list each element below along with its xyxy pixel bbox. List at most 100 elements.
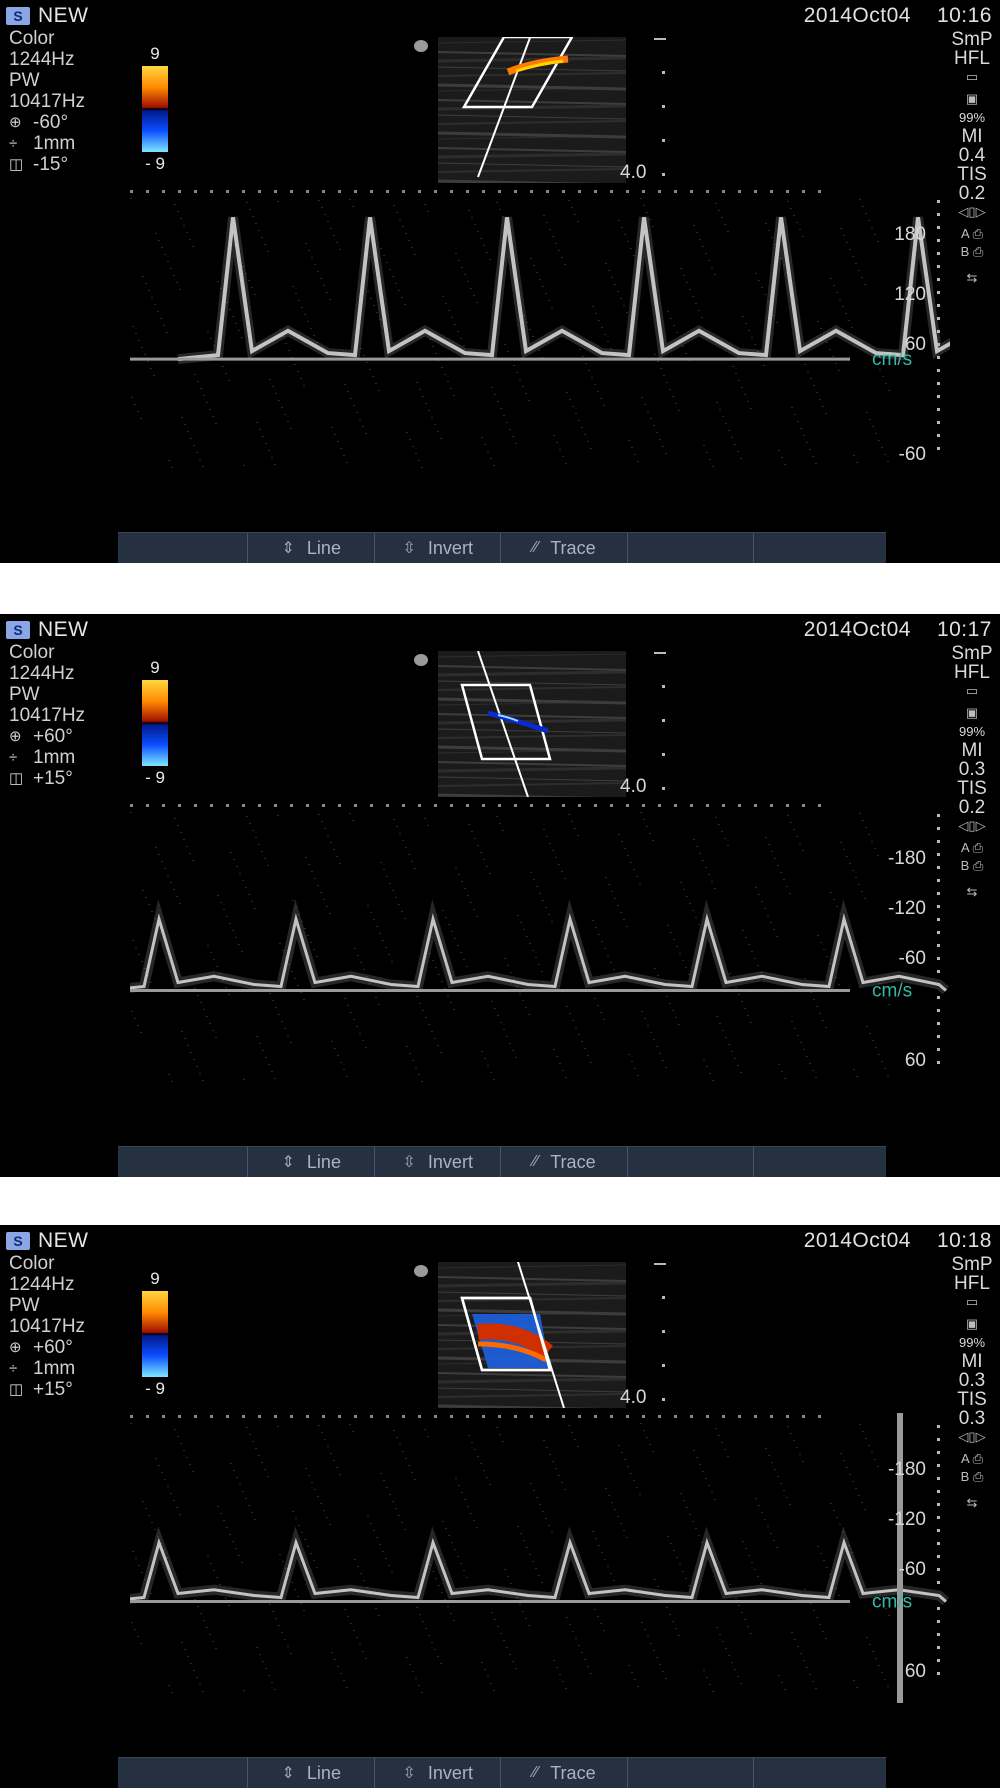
scale-bottom-label: - 9 (145, 768, 165, 787)
velocity-axis-label: 180 (894, 224, 926, 245)
softkey-empty-1[interactable] (118, 1758, 249, 1788)
steer-icon: ◫ (9, 1381, 24, 1398)
doppler-spectrum: 18012060-60cm/s (130, 190, 950, 468)
invert-button[interactable]: ⇳ Invert (375, 1147, 502, 1177)
audio-volume-icon[interactable]: ◁▯▷ (944, 817, 1000, 835)
print-a-icon[interactable]: A ⎙ (944, 225, 1000, 243)
storage-icon: ▣ (965, 91, 979, 106)
print-b-icon[interactable]: B ⎙ (944, 1468, 1000, 1486)
scale-top-label: 9 (150, 658, 160, 677)
audio-volume-icon[interactable]: ◁▯▷ (944, 203, 1000, 221)
line-icon: ⇕ (281, 1154, 295, 1171)
print-a-icon[interactable]: A ⎙ (944, 839, 1000, 857)
softkey-empty-2[interactable] (628, 1147, 755, 1177)
param-mode2: PW (9, 70, 40, 91)
param-gate: ÷ 1mm (9, 133, 76, 154)
scale-bottom-label: - 9 (145, 1379, 165, 1398)
depth-ruler (654, 1263, 666, 1401)
imaging-parameters: Color 1244Hz PW 10417Hz ⊕ +60° ÷ 1mm ◫ +15° (9, 1253, 85, 1400)
depth-label: 4.0 (620, 162, 647, 183)
tis-label: TIS (957, 1389, 987, 1410)
storage-percent: 99% (958, 110, 986, 125)
focus-marker-icon (414, 1265, 428, 1277)
velocity-axis-label: -120 (888, 898, 926, 919)
param-angle: ⊕ -60° (9, 112, 69, 133)
usb-icon: ⇆ (966, 1495, 978, 1510)
softkey-empty-3[interactable] (754, 533, 885, 563)
date-time: 2014Oct04 10:18 (778, 1229, 992, 1253)
battery-icon: ▭ (965, 69, 979, 84)
trace-label: Trace (550, 537, 596, 558)
line-button[interactable]: ⇕ Line (248, 1758, 375, 1788)
sonosite-logo-icon: S (6, 621, 30, 639)
softkey-empty-2[interactable] (628, 533, 755, 563)
doppler-spectrum: -180 -120 -60 60 cm/s (130, 804, 950, 1082)
print-b-icon[interactable]: B ⎙ (944, 857, 1000, 875)
print-a-icon[interactable]: A ⎙ (944, 1450, 1000, 1468)
line-button[interactable]: ⇕ Line (248, 533, 375, 563)
invert-icon: ⇳ (402, 1765, 416, 1782)
trace-icon: ∕∕ (532, 1764, 539, 1781)
sonosite-logo-icon: S (6, 7, 30, 25)
date-time: 2014Oct04 10:17 (778, 618, 992, 642)
preset-label: SmP (951, 643, 993, 664)
right-status-column: SmP HFL ▭ ▣ 99% MI 0.3 TIS 0.3 ◁▯▷ A ⎙ B… (944, 1255, 1000, 1512)
softkey-toolbar: ⇕ Line ⇳ Invert ∕∕ Trace (118, 1146, 886, 1177)
invert-icon: ⇳ (402, 1154, 416, 1171)
focus-marker-icon (414, 40, 428, 52)
invert-label: Invert (427, 537, 473, 558)
param-gate: ÷ 1mm (9, 747, 76, 768)
storage-icon: ▣ (965, 705, 979, 720)
trace-label: Trace (550, 1151, 596, 1172)
preset-label: SmP (951, 29, 993, 50)
invert-button[interactable]: ⇳ Invert (375, 1758, 502, 1788)
time-label: 10:18 (936, 1229, 992, 1252)
ultrasound-panel-1: S NEW Color 1244Hz PW 10417Hz ⊕ -60° ÷ 1mm… (0, 0, 1000, 563)
depth-label: 4.0 (620, 1387, 647, 1408)
velocity-unit-label: cm/s (872, 981, 912, 1002)
param-mode2: PW (9, 684, 40, 705)
invert-label: Invert (427, 1762, 473, 1783)
line-label: Line (306, 1762, 341, 1783)
battery-icon: ▭ (965, 1294, 979, 1309)
audio-volume-icon[interactable]: ◁▯▷ (944, 1428, 1000, 1446)
softkey-empty-1[interactable] (118, 1147, 249, 1177)
param-mode1: Color (9, 28, 55, 49)
softkey-empty-3[interactable] (754, 1758, 885, 1788)
softkey-empty-3[interactable] (754, 1147, 885, 1177)
depth-label: 4.0 (620, 776, 647, 797)
tis-value: 0.2 (958, 797, 986, 818)
date-label: 2014Oct04 (803, 1229, 911, 1252)
steer-icon: ◫ (9, 770, 24, 787)
invert-button[interactable]: ⇳ Invert (375, 533, 502, 563)
invert-icon: ⇳ (402, 540, 416, 557)
invert-label: Invert (427, 1151, 473, 1172)
velocity-axis-label: -60 (899, 948, 926, 969)
softkey-empty-2[interactable] (628, 1758, 755, 1788)
b-mode-thumbnail (438, 37, 626, 183)
new-label: NEW (38, 618, 89, 641)
param-mode1: Color (9, 642, 55, 663)
softkey-empty-1[interactable] (118, 533, 249, 563)
param-mode1: Color (9, 1253, 55, 1274)
depth-ruler (654, 38, 666, 176)
param-gate: ÷ 1mm (9, 1358, 76, 1379)
mi-value: 0.3 (958, 1370, 986, 1391)
line-button[interactable]: ⇕ Line (248, 1147, 375, 1177)
new-label: NEW (38, 4, 89, 27)
color-scale-bar (142, 680, 168, 766)
param-freq1: 1244Hz (9, 1274, 75, 1295)
print-b-icon[interactable]: B ⎙ (944, 243, 1000, 261)
velocity-unit-label: cm/s (872, 349, 912, 370)
trace-button[interactable]: ∕∕ Trace (501, 1147, 628, 1177)
date-label: 2014Oct04 (803, 618, 911, 641)
date-time: 2014Oct04 10:16 (778, 4, 992, 28)
probe-label: HFL (954, 48, 990, 69)
velocity-axis-label: 60 (905, 1661, 926, 1682)
time-label: 10:17 (936, 618, 992, 641)
new-label: NEW (38, 1229, 89, 1252)
trace-button[interactable]: ∕∕ Trace (501, 533, 628, 563)
param-angle: ⊕ +60° (9, 1337, 73, 1358)
trace-button[interactable]: ∕∕ Trace (501, 1758, 628, 1788)
param-freq2: 10417Hz (9, 1316, 86, 1337)
